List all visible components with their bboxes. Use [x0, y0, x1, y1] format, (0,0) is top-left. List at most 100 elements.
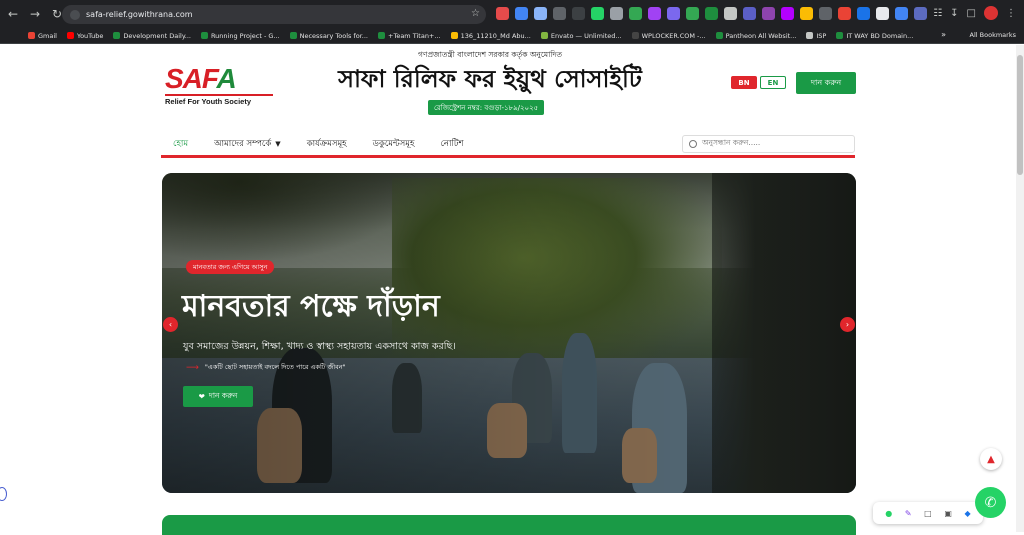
whatsapp-extension-icon[interactable] — [591, 7, 604, 20]
bookmark-item[interactable]: Running Project - G... — [200, 32, 280, 40]
search-placeholder: অনুসন্ধান করুন..... — [702, 138, 761, 147]
bookmark-item[interactable]: Development Daily... — [113, 32, 191, 40]
profile-avatar[interactable] — [984, 6, 998, 20]
bookmark-label: YouTube — [76, 31, 104, 40]
extension-icon[interactable] — [876, 7, 889, 20]
hero-quote-text: "একটি ছোট সহায়তাই বদলে দিতে পারে একটি জ… — [204, 363, 346, 371]
search-icon — [689, 140, 697, 148]
browser-actions: ☷ ↧ □ ⋮ — [933, 6, 1016, 20]
scrollbar-thumb[interactable] — [1017, 55, 1023, 175]
bookmark-label: IT WAY BD Domain... — [846, 31, 914, 40]
whatsapp-icon[interactable]: ● — [885, 509, 892, 518]
extension-icon[interactable] — [534, 7, 547, 20]
extension-icon[interactable] — [819, 7, 832, 20]
bookmark-item[interactable]: Necessary Tools for... — [289, 32, 368, 40]
bookmark-favicon-icon — [806, 32, 814, 39]
bookmark-item[interactable]: Envato — Unlimited... — [540, 31, 622, 40]
comment-icon[interactable]: □ — [924, 509, 932, 518]
bookmark-item[interactable]: IT WAY BD Domain... — [836, 32, 913, 40]
back-icon[interactable]: ← — [4, 5, 22, 23]
bookmark-favicon-icon — [66, 32, 74, 39]
extension-icon[interactable] — [667, 7, 680, 20]
extension-icon[interactable] — [629, 7, 642, 20]
bookmark-favicon-icon — [450, 32, 458, 39]
hero-slider: মানবতার জন্য এগিয়ে আসুন মানবতার পক্ষে দ… — [162, 173, 856, 493]
nav-documents[interactable]: ডকুমেন্টসমূহ — [373, 137, 415, 151]
slider-prev-button[interactable]: ‹ — [163, 317, 178, 332]
extension-icon[interactable] — [515, 7, 528, 20]
bookmark-star-icon[interactable]: ☆ — [471, 8, 480, 19]
hero-title: মানবতার পক্ষে দাঁড়ান — [182, 289, 440, 324]
bookmark-label: Development Daily... — [123, 31, 191, 40]
extension-icon[interactable] — [762, 7, 775, 20]
slider-next-button[interactable]: › — [840, 317, 855, 332]
site-info-icon[interactable] — [70, 9, 80, 20]
bookmark-item[interactable]: WPLOCKER.COM -... — [631, 31, 706, 40]
bookmarks-overflow-icon[interactable]: » — [941, 30, 946, 39]
pen-icon[interactable]: ✎ — [905, 509, 912, 518]
hero-badge: মানবতার জন্য এগিয়ে আসুন — [186, 260, 275, 274]
site-logo[interactable]: SAFA Relief For Youth Society — [165, 65, 273, 106]
nav-home[interactable]: হোম — [173, 137, 188, 151]
download-icon[interactable]: ↧ — [950, 8, 958, 19]
sidebar-icon[interactable]: □ — [967, 8, 976, 19]
forward-icon[interactable]: → — [26, 5, 44, 23]
language-en-button[interactable]: EN — [760, 76, 786, 89]
menu-icon[interactable]: ⋮ — [1006, 8, 1016, 19]
extension-icon[interactable] — [648, 7, 661, 20]
extension-icon[interactable] — [496, 7, 509, 20]
extension-icon[interactable] — [705, 7, 718, 20]
bookmark-item[interactable]: +Team Titan+... — [378, 32, 441, 40]
image-icon[interactable]: ▣ — [944, 509, 952, 518]
extension-icon[interactable] — [743, 7, 756, 20]
search-input[interactable]: অনুসন্ধান করুন..... — [682, 135, 855, 153]
logo-wordmark: SAFA — [165, 65, 273, 93]
hero-donate-button[interactable]: ❤ দান করুন — [183, 386, 253, 407]
bookmark-item[interactable]: Pantheon All Websit... — [715, 31, 797, 40]
donate-button[interactable]: দান করুন — [796, 72, 856, 94]
extension-icon[interactable] — [686, 7, 699, 20]
whatsapp-chat-button[interactable]: ✆ — [975, 487, 1006, 518]
extension-icon[interactable] — [572, 7, 585, 20]
extension-icon[interactable] — [914, 7, 927, 20]
hero-overlay — [162, 173, 856, 493]
extension-icon[interactable] — [800, 7, 813, 20]
hand-heart-icon: ❤ — [198, 392, 205, 401]
bookmark-item[interactable]: YouTube — [66, 31, 104, 40]
extension-icon[interactable] — [553, 7, 566, 20]
scrollbar[interactable] — [1016, 45, 1024, 532]
language-bn-button[interactable]: BN — [731, 76, 757, 89]
hero-subtitle: যুব সমাজের উন্নয়ন, শিক্ষা, খাদ্য ও স্বা… — [183, 341, 456, 352]
extension-icon[interactable] — [895, 7, 908, 20]
bookmark-label: Pantheon All Websit... — [725, 31, 797, 40]
bookmark-label: ISP — [816, 31, 827, 40]
bookmark-favicon-icon — [715, 32, 723, 39]
shield-icon[interactable]: ◆ — [964, 509, 970, 518]
bookmark-item[interactable]: ISP — [806, 32, 826, 40]
web-page: গণপ্রজাতন্ত্রী বাংলাদেশ সরকার কর্তৃক অনু… — [0, 45, 1016, 535]
extension-icon[interactable] — [724, 7, 737, 20]
puzzle-icon[interactable]: ☷ — [933, 8, 942, 19]
bookmark-label: Envato — Unlimited... — [550, 31, 622, 40]
next-section-header — [162, 515, 856, 535]
address-bar[interactable]: safa-relief.gowithrana.com ☆ — [62, 5, 486, 24]
extension-icon[interactable] — [838, 7, 851, 20]
bookmark-favicon-icon — [113, 32, 121, 39]
bookmark-item[interactable]: 136_11210_Md Abu... — [450, 32, 531, 40]
registration-badge: রেজিস্ট্রেশন নম্বর: বগুড়া-১৮৯/২০২৫ — [428, 100, 545, 115]
bookmark-item[interactable]: Gmail — [28, 32, 57, 40]
nav-about[interactable]: আমাদের সম্পর্কে ▼ — [214, 137, 281, 151]
nav-notice[interactable]: নোটিশ — [440, 137, 463, 151]
bookmark-label: +Team Titan+... — [388, 31, 441, 40]
pdf-icon[interactable]: ▲ — [980, 448, 1002, 470]
extension-icon[interactable] — [610, 7, 623, 20]
extension-icon[interactable] — [781, 7, 794, 20]
logo-green-text: A — [216, 63, 236, 94]
bookmark-label: WPLOCKER.COM -... — [641, 31, 706, 40]
nav-activities[interactable]: কার্যক্রমসমূহ — [307, 137, 347, 151]
all-bookmarks-folder[interactable]: All Bookmarks — [970, 31, 1016, 39]
hero-donate-label: দান করুন — [208, 390, 238, 400]
accessibility-icon[interactable] — [0, 487, 7, 501]
extension-icon[interactable] — [857, 7, 870, 20]
bookmark-favicon-icon — [540, 32, 548, 39]
